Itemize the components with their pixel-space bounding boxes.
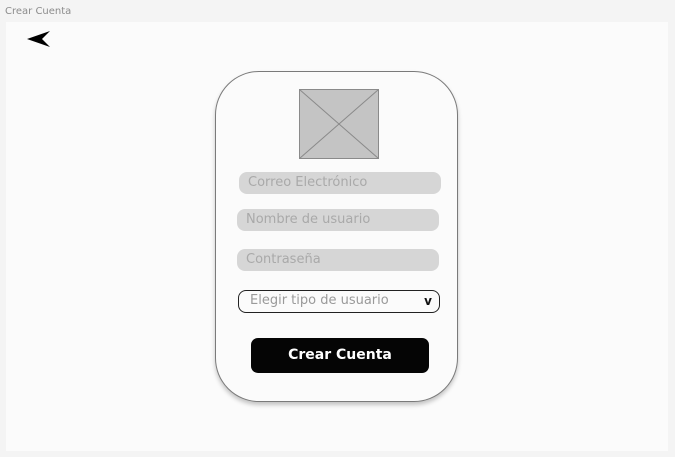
image-placeholder-icon xyxy=(299,89,379,159)
signup-card: Correo Electrónico Nombre de usuario Con… xyxy=(215,71,458,402)
back-arrow-icon[interactable] xyxy=(26,30,52,50)
create-account-button[interactable]: Crear Cuenta xyxy=(251,338,429,373)
email-field[interactable]: Correo Electrónico xyxy=(239,172,441,194)
user-type-selected-label: Elegir tipo de usuario xyxy=(250,293,389,308)
chevron-down-icon: v xyxy=(424,294,432,308)
window-title: Crear Cuenta xyxy=(5,6,72,17)
username-field[interactable]: Nombre de usuario xyxy=(237,209,439,231)
user-type-select[interactable]: Elegir tipo de usuario v xyxy=(238,290,440,313)
password-field[interactable]: Contraseña xyxy=(237,249,439,271)
